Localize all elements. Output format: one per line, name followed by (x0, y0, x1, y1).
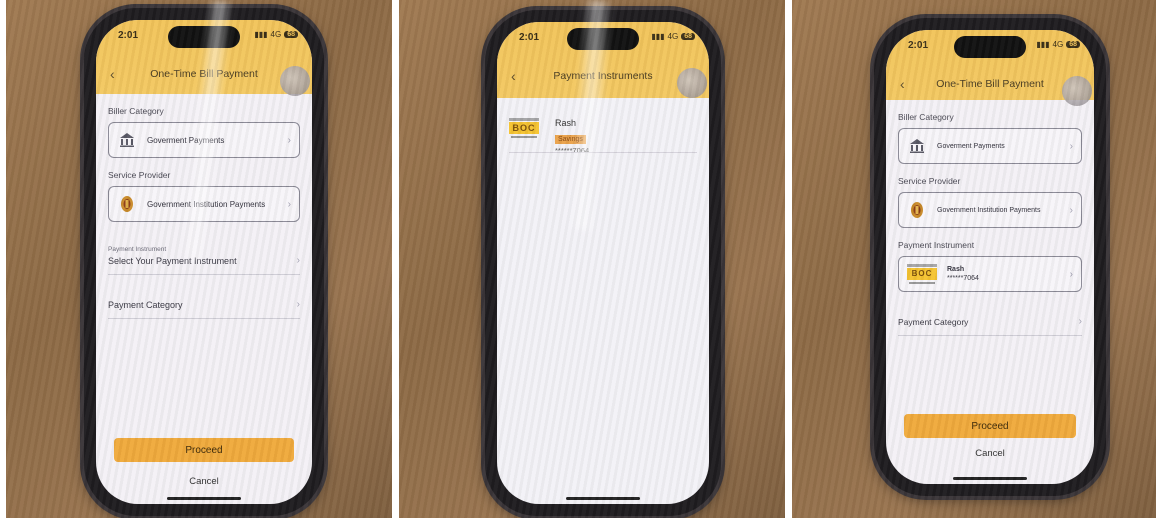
service-provider-select[interactable]: Government Institution Payments › (108, 186, 300, 222)
chevron-right-icon: › (1069, 268, 1073, 280)
status-icons: ▮▮▮ 4G 68 (254, 30, 298, 39)
dynamic-island (954, 36, 1026, 58)
photo-payment-instruments: 2:01 ▮▮▮ 4G 68 ‹ Payment Instruments BOC… (399, 0, 785, 518)
account-list-item[interactable]: BOC Rash Savings ******7064 (509, 118, 589, 155)
status-icons: ▮▮▮ 4G 68 (651, 32, 695, 41)
app-header: 2:01 ▮▮▮ 4G 68 ‹ One-Time Bill Payment (886, 30, 1094, 106)
status-time: 2:01 (519, 32, 540, 43)
dynamic-island (168, 26, 240, 48)
biller-category-label: Biller Category (898, 112, 954, 122)
payment-category-select[interactable]: Payment Category › (108, 289, 300, 319)
app-header: 2:01 ▮▮▮ 4G 68 ‹ One-Time Bill Payment (96, 20, 312, 96)
signal-icon: ▮▮▮ (1036, 40, 1050, 49)
payment-instrument-label: Payment Instrument (898, 240, 975, 250)
status-time: 2:01 (908, 40, 929, 51)
payment-instrument-select[interactable]: BOC Rash ******7064 › (898, 256, 1082, 292)
network-label: 4G (270, 30, 282, 39)
service-provider-label: Service Provider (898, 176, 961, 186)
signal-icon: ▮▮▮ (254, 30, 268, 39)
boc-bank-logo: BOC (509, 118, 539, 138)
home-indicator (167, 497, 241, 500)
status-time: 2:01 (118, 30, 139, 41)
photo-one-time-bill-payment: 2:01 ▮▮▮ 4G 68 ‹ One-Time Bill Payment B… (6, 0, 392, 518)
cancel-button[interactable]: Cancel (96, 476, 312, 487)
status-icons: ▮▮▮ 4G 68 (1036, 40, 1080, 49)
network-label: 4G (1052, 40, 1064, 49)
payment-instrument-placeholder: Select Your Payment Instrument (108, 256, 237, 266)
account-type-badge: Savings (555, 135, 586, 144)
bank-building-icon (117, 130, 137, 150)
battery-icon: 68 (681, 33, 695, 40)
biller-category-value: Goverment Payments (937, 142, 1005, 150)
chevron-right-icon: › (296, 255, 300, 266)
phone-screen: 2:01 ▮▮▮ 4G 68 ‹ One-Time Bill Payment B… (886, 30, 1094, 484)
payment-category-select[interactable]: Payment Category › (898, 306, 1082, 336)
battery-icon: 68 (1066, 41, 1080, 48)
chevron-right-icon: › (1069, 140, 1073, 152)
national-emblem-icon (117, 194, 137, 214)
chevron-right-icon: › (1069, 204, 1073, 216)
payment-instrument-select[interactable]: Payment Instrument Select Your Payment I… (108, 236, 300, 275)
list-divider (509, 152, 697, 153)
chevron-right-icon: › (1078, 316, 1082, 327)
service-provider-label: Service Provider (108, 170, 171, 180)
chevron-right-icon: › (287, 198, 291, 210)
biller-category-select[interactable]: Goverment Payments › (898, 128, 1082, 164)
boc-logo-text: BOC (509, 122, 539, 134)
payment-category-label: Payment Category (898, 317, 969, 327)
boc-bank-logo: BOC (907, 264, 937, 284)
assistive-touch-bubble[interactable] (280, 66, 310, 96)
service-provider-select[interactable]: Government Institution Payments › (898, 192, 1082, 228)
signal-icon: ▮▮▮ (651, 32, 665, 41)
assistive-touch-bubble[interactable] (677, 68, 707, 98)
phone-screen: 2:01 ▮▮▮ 4G 68 ‹ One-Time Bill Payment B… (96, 20, 312, 504)
chevron-right-icon: › (296, 299, 300, 310)
biller-category-select[interactable]: Goverment Payments › (108, 122, 300, 158)
chevron-right-icon: › (287, 134, 291, 146)
phone-screen: 2:01 ▮▮▮ 4G 68 ‹ Payment Instruments BOC… (497, 22, 709, 504)
payment-instrument-small-label: Payment Instrument (108, 246, 167, 253)
app-header: 2:01 ▮▮▮ 4G 68 ‹ Payment Instruments (497, 22, 709, 98)
payment-category-label: Payment Category (108, 300, 183, 310)
national-emblem-icon (907, 200, 927, 220)
phone-frame: 2:01 ▮▮▮ 4G 68 ‹ One-Time Bill Payment B… (874, 18, 1106, 496)
proceed-button[interactable]: Proceed (114, 438, 294, 462)
service-provider-value: Government Institution Payments (937, 206, 1041, 214)
account-number: ******7064 (555, 146, 590, 155)
dynamic-island (567, 28, 639, 50)
home-indicator (566, 497, 640, 500)
bank-building-icon (907, 136, 927, 156)
phone-frame: 2:01 ▮▮▮ 4G 68 ‹ One-Time Bill Payment B… (84, 8, 324, 516)
account-number: ******7064 (947, 275, 979, 282)
battery-icon: 68 (284, 31, 298, 38)
home-indicator (953, 477, 1027, 480)
boc-logo-text: BOC (907, 268, 937, 280)
proceed-button[interactable]: Proceed (904, 414, 1076, 438)
account-name: Rash (555, 118, 577, 128)
account-name: Rash (947, 266, 965, 273)
photo-one-time-bill-payment-selected: 2:01 ▮▮▮ 4G 68 ‹ One-Time Bill Payment B… (792, 0, 1156, 518)
network-label: 4G (667, 32, 679, 41)
phone-frame: 2:01 ▮▮▮ 4G 68 ‹ Payment Instruments BOC… (485, 10, 721, 516)
service-provider-value: Government Institution Payments (147, 199, 266, 209)
cancel-button[interactable]: Cancel (886, 448, 1094, 459)
biller-category-label: Biller Category (108, 106, 164, 116)
biller-category-value: Goverment Payments (147, 135, 225, 145)
